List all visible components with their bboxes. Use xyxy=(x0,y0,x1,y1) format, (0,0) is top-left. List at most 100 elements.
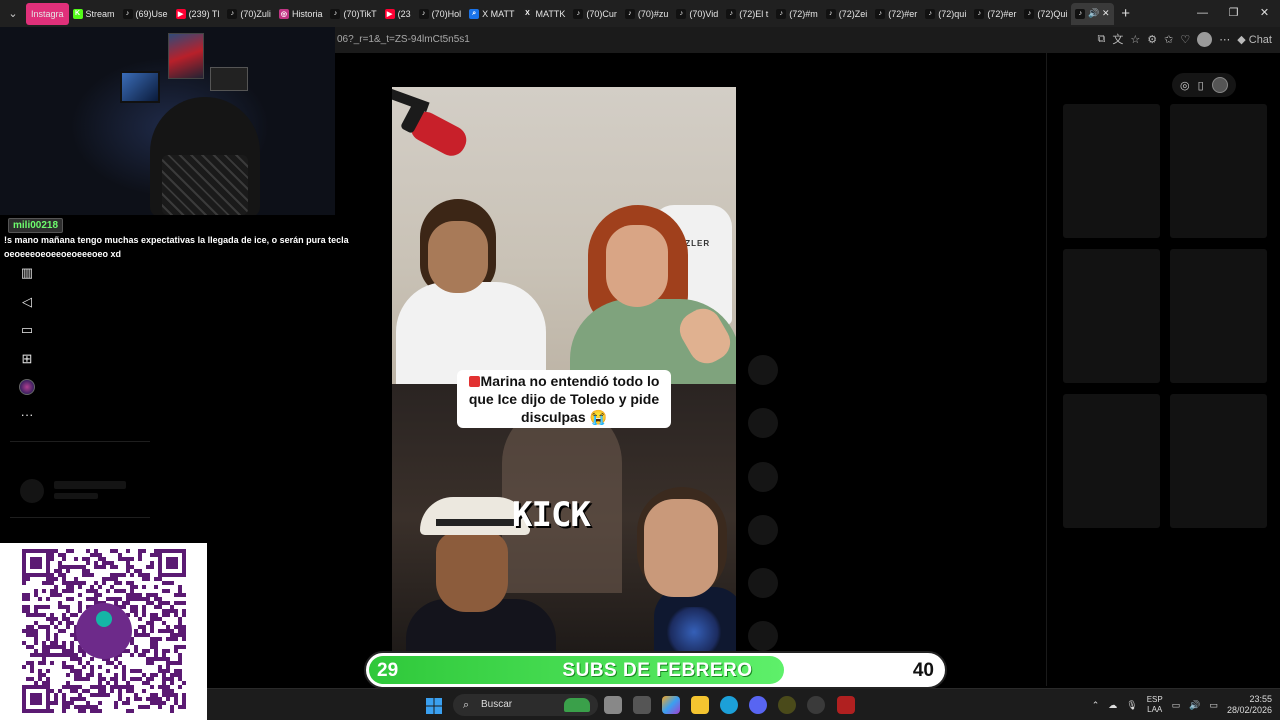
obs-icon[interactable] xyxy=(807,696,825,714)
browser-tab-strip: ⌄ Instagra K Stream ♪ (69)Use ▶ (239) Tl ♪ (70)Z… xyxy=(0,0,1280,27)
store-icon[interactable] xyxy=(633,696,651,714)
repost-button[interactable] xyxy=(748,568,778,598)
screen: ⌄ Instagra K Stream ♪ (69)Use ▶ (239) Tl ♪ (70)Z… xyxy=(0,0,1280,720)
caption-text: Marina no entendió todo lo que Ice dijo … xyxy=(468,373,660,425)
browser-tab[interactable]: ♪ (70)Zuli xyxy=(223,3,275,25)
browser-tab[interactable]: ♪ (70)Cur xyxy=(569,3,621,25)
discord-icon[interactable] xyxy=(749,696,767,714)
profile-avatar[interactable] xyxy=(1197,31,1213,47)
language-indicator[interactable]: ESP LAA xyxy=(1147,695,1163,715)
open-app-icon[interactable]: ⧉ xyxy=(1098,33,1106,46)
browser-tab[interactable]: Instagra xyxy=(26,2,69,25)
browser-tab[interactable]: ◎ Historia xyxy=(275,3,327,25)
tab-favicon-icon: ♪ xyxy=(1075,8,1086,19)
more-icon[interactable]: ··· xyxy=(18,406,36,424)
copilot-icon[interactable] xyxy=(662,696,680,714)
tab-favicon-icon: ♪ xyxy=(227,8,238,19)
related-video-tile[interactable] xyxy=(1063,249,1160,383)
related-video-tile[interactable] xyxy=(1063,104,1160,238)
edge-icon[interactable] xyxy=(720,696,738,714)
tray-chevron-icon[interactable]: ⌃ xyxy=(1092,700,1100,711)
browser-tab[interactable]: ♪ 🔊 ✕ xyxy=(1071,2,1114,25)
upload-icon[interactable]: ⊞ xyxy=(18,350,36,368)
messages-icon[interactable]: ▭ xyxy=(18,321,36,339)
clock[interactable]: 23:55 28/02/2026 xyxy=(1227,694,1272,716)
browser-tab[interactable]: ♪ (72)Qui xyxy=(1020,3,1071,25)
related-video-tile[interactable] xyxy=(1063,394,1160,528)
more-menu-icon[interactable]: ⋯ xyxy=(1219,33,1230,46)
comment-button[interactable] xyxy=(748,408,778,438)
task-view-icon[interactable] xyxy=(604,696,622,714)
related-video-tile[interactable] xyxy=(1170,249,1267,383)
volume-icon[interactable]: 🔊 xyxy=(1189,700,1200,711)
copilot-chat-button[interactable]: ◆ Chat xyxy=(1237,33,1272,46)
address-bar-actions: ⧉ 文 ☆ ⚙ ✩ ♡ ⋯ ◆ Chat xyxy=(1098,31,1272,47)
extensions-icon[interactable]: ⚙ xyxy=(1147,33,1157,46)
related-video-tile[interactable] xyxy=(1170,394,1267,528)
browser-tab[interactable]: ♪ (70)#zu xyxy=(621,3,673,25)
live-icon[interactable]: ▥ xyxy=(18,264,36,282)
tab-label: (70)Zuli xyxy=(240,8,271,19)
network-icon[interactable]: ▭ xyxy=(1172,700,1181,711)
browser-tab[interactable]: ♪ (72)Zei xyxy=(822,3,872,25)
browser-tab[interactable]: ▶ (239) Tl xyxy=(172,3,224,25)
browser-tab[interactable]: ♪ (70)Hol xyxy=(415,3,466,25)
tab-favicon-icon: ♪ xyxy=(875,8,886,19)
loading-text-placeholder xyxy=(54,481,126,489)
browser-tab[interactable]: ♪ (70)TikT xyxy=(326,3,380,25)
microphone-tray-icon[interactable]: 🎙 xyxy=(1126,700,1137,711)
tab-audio-close-icon[interactable]: 🔊 ✕ xyxy=(1088,8,1109,19)
translate-icon[interactable]: 文 xyxy=(1112,31,1123,47)
tab-label: Historia xyxy=(291,8,323,19)
video-caption: Marina no entendió todo lo que Ice dijo … xyxy=(457,370,671,428)
tab-label: (72)El t xyxy=(739,8,769,19)
tab-actions-chevron-icon[interactable]: ⌄ xyxy=(0,0,26,27)
minimize-icon[interactable]: — xyxy=(1187,0,1218,27)
person-2-face xyxy=(606,225,668,307)
user-avatar[interactable] xyxy=(1211,77,1228,93)
url-text[interactable]: 06?_r=1&_t=ZS-94lmCt5n5s1 xyxy=(337,34,470,45)
browser-tab[interactable]: ♪ (69)Use xyxy=(119,3,172,25)
file-explorer-icon[interactable] xyxy=(691,696,709,714)
tab-label: (70)Cur xyxy=(586,8,617,19)
browser-tab[interactable]: X MATTK xyxy=(519,3,570,25)
browser-tab[interactable]: ⌕ X MATT xyxy=(465,3,518,25)
explore-send-icon[interactable]: ◁ xyxy=(18,293,36,311)
browser-tab[interactable]: ♪ (72)#er xyxy=(871,3,921,25)
coins-icon[interactable]: ◎ xyxy=(1180,79,1190,92)
tab-label: Stream xyxy=(85,8,115,19)
search-icon: ⌕ xyxy=(463,699,470,711)
windows-start-icon[interactable] xyxy=(426,698,442,714)
like-button[interactable] xyxy=(748,355,778,385)
related-video-tile[interactable] xyxy=(1170,104,1267,238)
browser-tab[interactable]: ♪ (72)#er xyxy=(970,3,1020,25)
yape-qr-code xyxy=(0,543,207,720)
close-window-icon[interactable]: ✕ xyxy=(1249,0,1280,27)
browser-tab[interactable]: ♪ (70)Vid xyxy=(672,3,722,25)
onedrive-icon[interactable]: ☁ xyxy=(1108,700,1117,711)
window-controls: — ❐ ✕ xyxy=(1187,0,1280,27)
new-tab-button[interactable]: + xyxy=(1114,5,1138,22)
favorite-star-icon[interactable]: ☆ xyxy=(1130,33,1140,46)
streamer-webcam xyxy=(0,27,335,215)
favorites-icon[interactable]: ✩ xyxy=(1164,33,1173,46)
browser-tab[interactable]: ♪ (72)qui xyxy=(921,3,970,25)
profile-avatar-icon[interactable] xyxy=(19,379,35,395)
browser-essentials-icon[interactable]: ♡ xyxy=(1180,33,1190,46)
browser-tab[interactable]: ▶ (23 xyxy=(381,3,415,25)
taskbar-search[interactable]: ⌕ Buscar xyxy=(453,694,598,716)
browser-tab[interactable]: ♪ (72)El t xyxy=(722,3,772,25)
clock-date: 28/02/2026 xyxy=(1226,705,1272,715)
sound-button[interactable] xyxy=(748,621,778,651)
app-icon[interactable] xyxy=(778,696,796,714)
wall-poster xyxy=(168,33,204,79)
share-button[interactable] xyxy=(748,515,778,545)
browser-tab[interactable]: K Stream xyxy=(69,3,119,25)
restore-icon[interactable]: ❐ xyxy=(1218,0,1249,27)
tiktok-live-studio-icon[interactable] xyxy=(837,696,855,714)
battery-icon[interactable]: ▭ xyxy=(1209,700,1218,711)
bookmark-button[interactable] xyxy=(748,462,778,492)
browser-tab[interactable]: ♪ (72)#m xyxy=(772,3,822,25)
chat-label: Chat xyxy=(1248,33,1272,46)
device-icon[interactable]: ▯ xyxy=(1198,79,1204,92)
